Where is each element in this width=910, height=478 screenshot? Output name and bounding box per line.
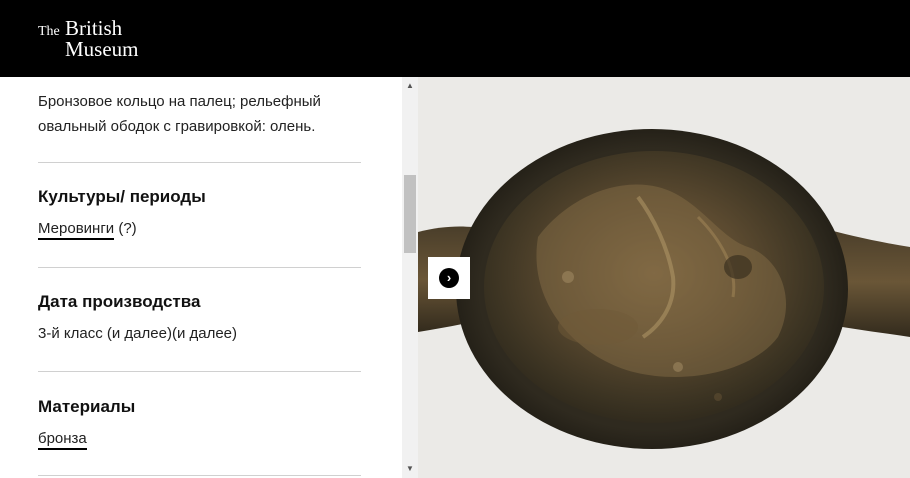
cultures-value: Меровинги (?) [38,220,137,240]
object-details-panel: Бронзовое кольцо на палец; рельефный ова… [0,77,402,478]
chevron-right-icon: › [439,268,459,288]
divider [38,371,361,372]
culture-suffix: (?) [114,220,137,237]
logo-british: British [65,16,123,40]
production-date-value: 3-й класс (и далее)(и далее) [38,325,238,342]
scroll-thumb[interactable] [404,175,416,253]
scroll-down-arrow-icon[interactable]: ▼ [402,462,418,476]
site-header: The British Museum [0,0,910,77]
details-scrollbar[interactable]: ▲ ▼ [402,77,418,478]
cultures-heading: Культуры/ периоды [38,187,206,206]
materials-value: бронза [38,430,87,450]
divider [38,267,361,268]
next-image-button[interactable]: › [428,257,470,299]
scroll-up-arrow-icon[interactable]: ▲ [402,79,418,93]
bronze-ring-image [418,77,910,478]
logo-the: The [38,24,60,39]
materials-heading: Материалы [38,397,136,416]
object-image-viewer[interactable] [418,77,910,478]
divider [38,162,361,163]
culture-link-merovingians[interactable]: Меровинги [38,220,115,240]
production-date-heading: Дата производства [38,292,201,311]
object-description: Бронзовое кольцо на палец; рельефный ова… [38,93,321,135]
divider [38,475,361,476]
material-link-bronze[interactable]: бронза [38,430,87,450]
logo-museum: Museum [65,37,139,61]
